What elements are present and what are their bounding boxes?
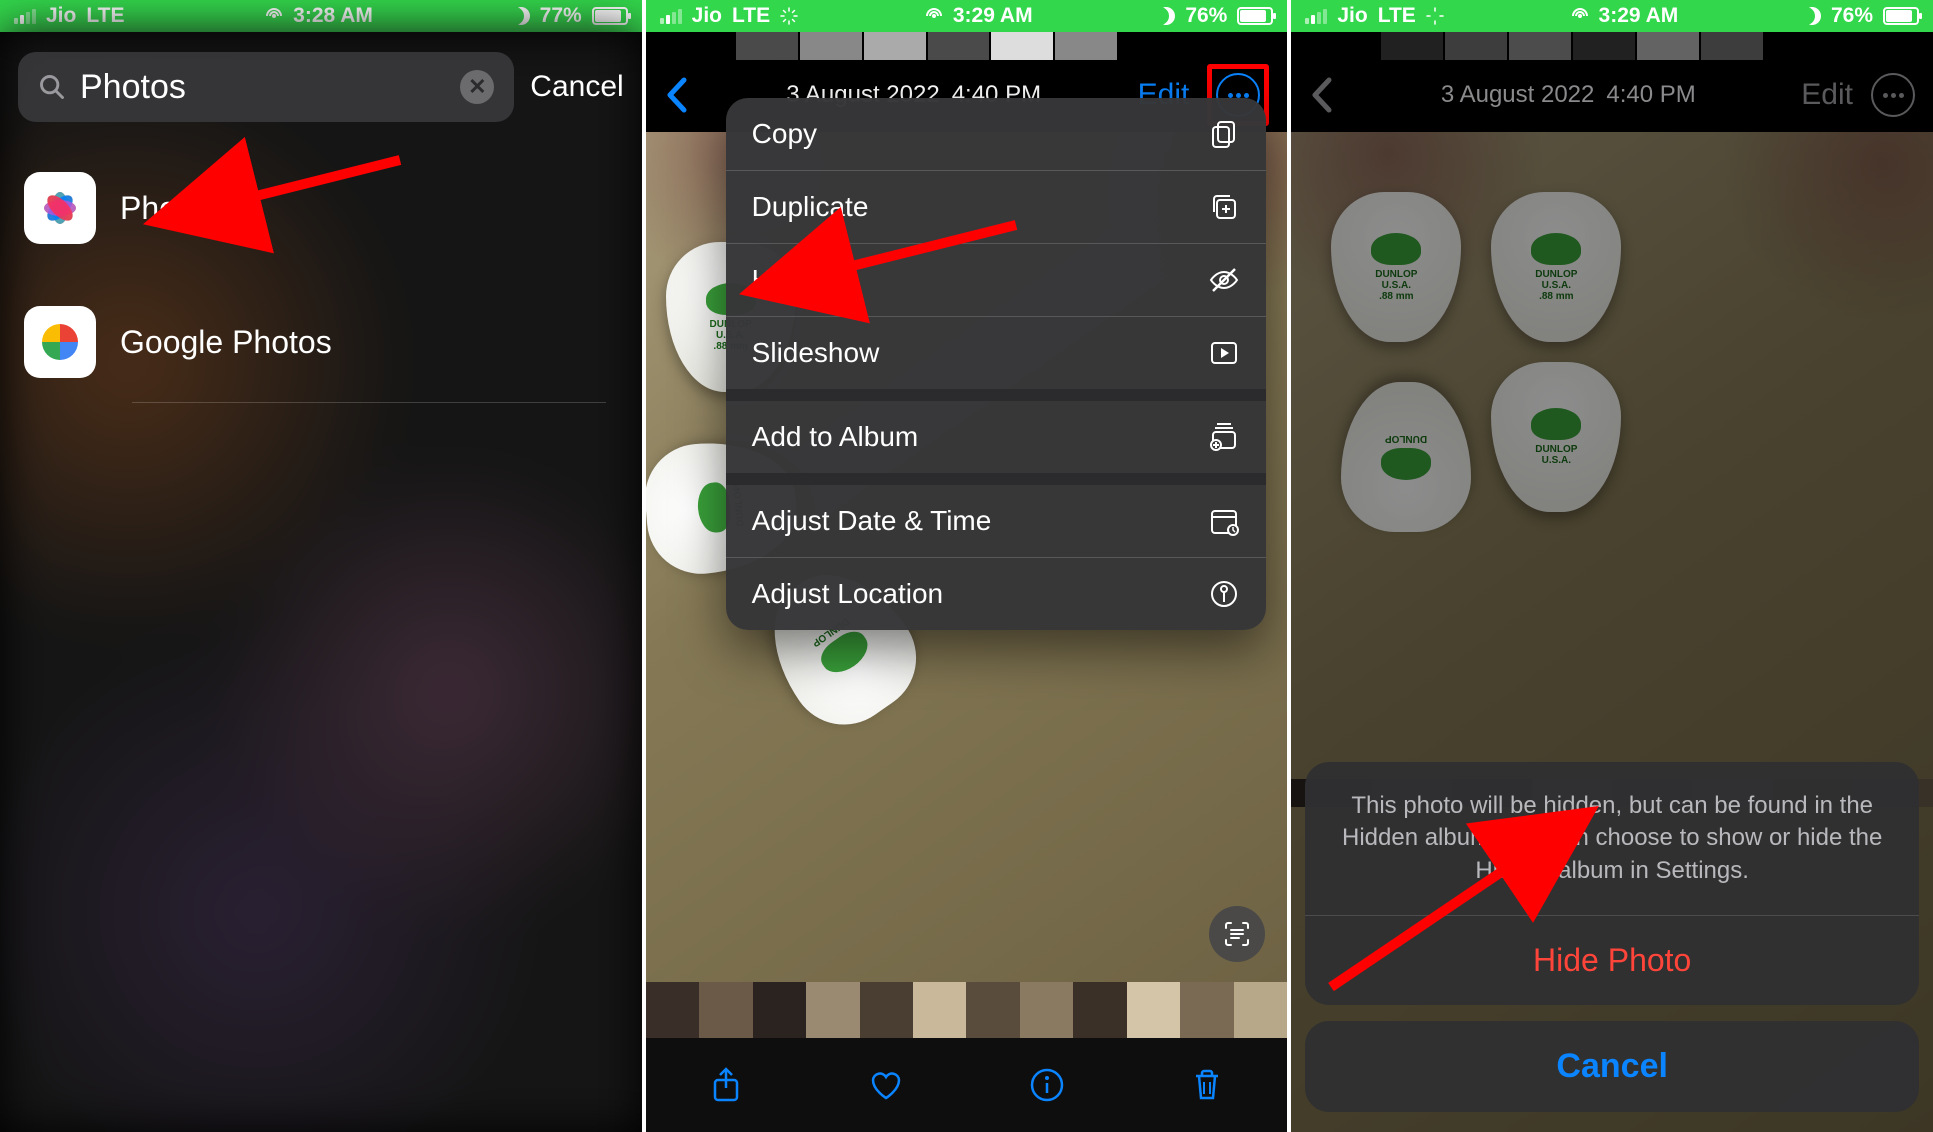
live-text-button[interactable] bbox=[1209, 906, 1265, 962]
share-button[interactable] bbox=[707, 1066, 745, 1104]
clear-search-button[interactable]: ✕ bbox=[460, 70, 494, 104]
hotspot-icon bbox=[923, 7, 945, 25]
location-icon bbox=[1208, 578, 1240, 610]
result-label: Photos bbox=[120, 190, 220, 227]
battery-pct: 77% bbox=[540, 4, 582, 28]
menu-add-album[interactable]: Add to Album bbox=[726, 401, 1266, 473]
top-thumbnails bbox=[736, 32, 1118, 62]
favorite-button[interactable] bbox=[867, 1066, 905, 1104]
menu-adjust-date[interactable]: Adjust Date & Time bbox=[726, 485, 1266, 558]
calendar-icon bbox=[1208, 505, 1240, 537]
dnd-icon bbox=[512, 7, 530, 25]
signal-icon bbox=[660, 9, 682, 24]
menu-copy[interactable]: Copy bbox=[726, 98, 1266, 171]
result-google-photos[interactable]: Google Photos bbox=[18, 284, 624, 400]
photo-header: 3 August 2022 4:40 PM Edit bbox=[1291, 60, 1933, 130]
duplicate-icon bbox=[1208, 191, 1240, 223]
album-icon bbox=[1208, 421, 1240, 453]
screen-photo-menu: Jio LTE 3:29 AM 76% 3 August 2022 4:40 P… bbox=[646, 0, 1288, 1132]
delete-button[interactable] bbox=[1188, 1066, 1226, 1104]
divider bbox=[132, 402, 606, 403]
back-button[interactable] bbox=[1309, 76, 1335, 114]
signal-icon bbox=[14, 9, 36, 24]
hotspot-icon bbox=[1569, 7, 1591, 25]
network-label: LTE bbox=[732, 4, 770, 28]
slideshow-icon bbox=[1208, 337, 1240, 369]
network-label: LTE bbox=[1378, 4, 1416, 28]
clock-label: 3:28 AM bbox=[293, 4, 373, 28]
clock-label: 3:29 AM bbox=[1599, 4, 1679, 28]
more-button bbox=[1871, 73, 1915, 117]
photo-title: 3 August 2022 4:40 PM bbox=[1441, 81, 1696, 109]
back-button[interactable] bbox=[664, 76, 690, 114]
cancel-button[interactable]: Cancel bbox=[530, 70, 623, 104]
screen-search: Jio LTE 3:28 AM 77% Photos ✕ Cancel bbox=[0, 0, 642, 1132]
battery-icon bbox=[1883, 7, 1919, 25]
action-sheet: This photo will be hidden, but can be fo… bbox=[1305, 762, 1919, 1112]
info-button[interactable] bbox=[1028, 1066, 1066, 1104]
screen-hide-confirm: Jio LTE 3:29 AM 76% 3 August 2022 4:40 P… bbox=[1291, 0, 1933, 1132]
search-input[interactable]: Photos ✕ bbox=[18, 52, 514, 122]
search-icon bbox=[38, 73, 66, 101]
copy-icon bbox=[1208, 118, 1240, 150]
carrier-label: Jio bbox=[46, 4, 76, 28]
dnd-icon bbox=[1803, 7, 1821, 25]
carrier-label: Jio bbox=[1337, 4, 1367, 28]
hotspot-icon bbox=[263, 7, 285, 25]
result-label: Google Photos bbox=[120, 324, 332, 361]
loading-icon bbox=[780, 7, 798, 25]
sheet-message: This photo will be hidden, but can be fo… bbox=[1305, 762, 1919, 916]
hide-icon bbox=[1208, 264, 1240, 296]
sheet-cancel-button[interactable]: Cancel bbox=[1305, 1021, 1919, 1112]
status-bar: Jio LTE 3:29 AM 76% bbox=[646, 0, 1288, 32]
network-label: LTE bbox=[86, 4, 124, 28]
context-menu: Copy Duplicate Hide Slideshow Add to Alb… bbox=[726, 98, 1266, 630]
dnd-icon bbox=[1157, 7, 1175, 25]
bottom-toolbar bbox=[646, 1038, 1288, 1132]
battery-pct: 76% bbox=[1831, 4, 1873, 28]
result-photos[interactable]: Photos bbox=[18, 150, 624, 266]
menu-slideshow[interactable]: Slideshow bbox=[726, 317, 1266, 389]
photos-app-icon bbox=[24, 172, 96, 244]
edit-button: Edit bbox=[1801, 78, 1853, 112]
search-value: Photos bbox=[80, 68, 446, 107]
battery-pct: 76% bbox=[1185, 4, 1227, 28]
battery-icon bbox=[592, 7, 628, 25]
hide-photo-button[interactable]: Hide Photo bbox=[1305, 916, 1919, 1005]
menu-duplicate[interactable]: Duplicate bbox=[726, 171, 1266, 244]
menu-hide[interactable]: Hide bbox=[726, 244, 1266, 317]
top-thumbnails bbox=[1381, 32, 1763, 62]
google-photos-app-icon bbox=[24, 306, 96, 378]
menu-separator bbox=[726, 389, 1266, 401]
search-results: Photos Google Photos bbox=[18, 150, 624, 400]
menu-separator bbox=[726, 473, 1266, 485]
status-bar: Jio LTE 3:29 AM 76% bbox=[1291, 0, 1933, 32]
carrier-label: Jio bbox=[692, 4, 722, 28]
battery-icon bbox=[1237, 7, 1273, 25]
clock-label: 3:29 AM bbox=[953, 4, 1033, 28]
thumbnail-strip[interactable] bbox=[646, 982, 1288, 1038]
status-bar: Jio LTE 3:28 AM 77% bbox=[0, 0, 642, 32]
loading-icon bbox=[1426, 7, 1444, 25]
menu-adjust-location[interactable]: Adjust Location bbox=[726, 558, 1266, 630]
signal-icon bbox=[1305, 9, 1327, 24]
